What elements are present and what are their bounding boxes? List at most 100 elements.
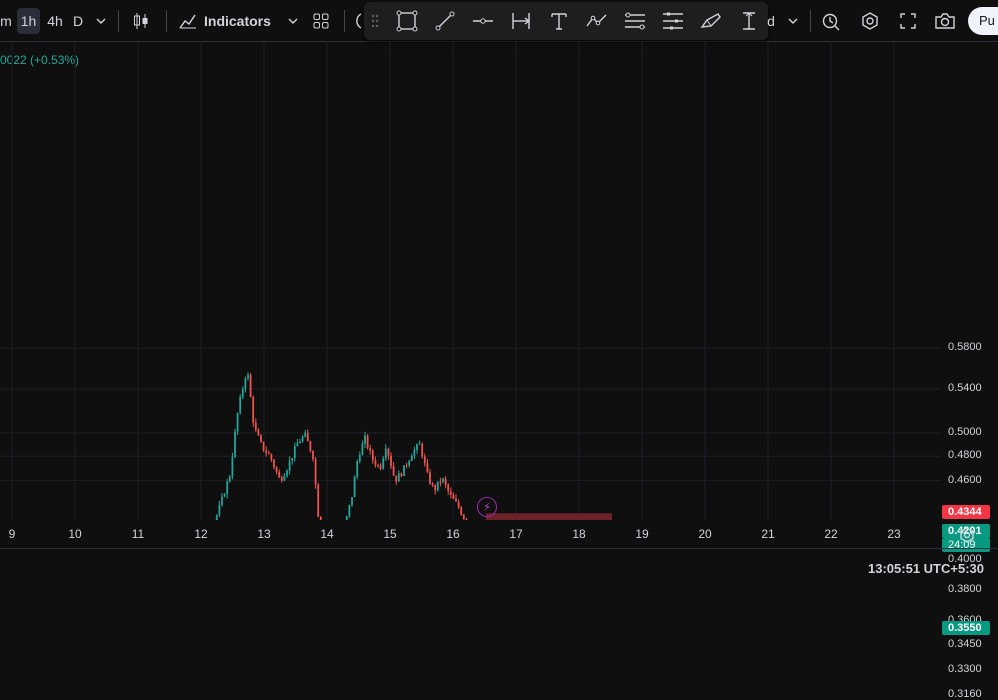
time-axis-label: 13 [257, 527, 271, 541]
indicators-icon [179, 14, 196, 29]
horizontal-line-tool-icon[interactable] [470, 8, 496, 34]
candle-body [366, 435, 369, 448]
price-axis-label: 0.5800 [948, 341, 982, 354]
candle-body [392, 466, 395, 476]
price-axis[interactable]: 0.5800 0.5400 0.5000 0.4800 0.4600 0.4000 0.38… [940, 42, 998, 700]
price-axis-label: 0.5000 [948, 425, 982, 438]
candle-body [304, 432, 307, 437]
status-bar: 13:05:51 UTC+5:30 [0, 548, 998, 589]
candle-body [410, 455, 413, 461]
candle-body [457, 501, 460, 508]
price-axis-label: 0.3160 [948, 687, 982, 700]
time-axis-label: 20 [698, 527, 712, 541]
candle-body [275, 467, 278, 472]
trend-line-tool-icon[interactable] [432, 8, 458, 34]
time-axis-label: 18 [572, 527, 586, 541]
candle-body [379, 465, 382, 469]
timeframe-1h[interactable]: 1h [17, 8, 40, 34]
candle-body [447, 484, 450, 492]
candle-body [291, 458, 294, 461]
settings-hexagon-icon[interactable] [857, 8, 883, 34]
indicators-dropdown-chevron-icon[interactable] [280, 8, 306, 34]
candle-body [356, 461, 359, 477]
candle-body [317, 484, 320, 517]
candle-body [436, 481, 439, 491]
candle-body [234, 431, 236, 457]
candle-body [449, 491, 452, 495]
candle-body [418, 443, 421, 445]
time-axis[interactable]: 9 10 11 12 13 14 15 16 17 18 19 20 21 22 23 [0, 520, 940, 548]
scale-settings-gear-icon[interactable] [958, 526, 976, 547]
text-tool-icon[interactable] [546, 8, 572, 34]
candle-body [314, 459, 317, 485]
candle-body [395, 475, 398, 482]
time-axis-label: 19 [635, 527, 649, 541]
candle-body [299, 441, 301, 444]
candle-body [228, 476, 231, 482]
candle-body [353, 476, 356, 498]
brush-tool-icon[interactable] [698, 8, 724, 34]
fullscreen-icon[interactable] [895, 8, 921, 34]
replay-icon[interactable] [818, 8, 844, 34]
drag-handle-icon[interactable] [364, 8, 386, 34]
candle-body [286, 470, 288, 476]
indicators-label: Indicators [204, 13, 271, 29]
candle-body [358, 455, 361, 462]
timeframe-dropdown-chevron-icon[interactable] [88, 8, 114, 34]
candle-body [265, 450, 268, 453]
candle-body [413, 449, 416, 456]
candle-body [429, 472, 431, 484]
candle-body [267, 452, 270, 455]
candle-body [260, 435, 262, 442]
gann-fan-tool-icon[interactable] [660, 8, 686, 34]
more-dropdown-chevron-icon[interactable] [780, 8, 806, 34]
candle-body [309, 441, 312, 452]
candle-body [444, 478, 447, 485]
price-axis-label: 0.3450 [948, 637, 982, 650]
layouts-grid-icon[interactable] [308, 8, 334, 34]
publish-button[interactable]: Pu [968, 7, 998, 35]
toolbar-divider [810, 10, 811, 32]
candle-body [278, 471, 281, 478]
time-axis-label: 22 [824, 527, 838, 541]
price-chart[interactable] [0, 42, 940, 520]
candle-body [439, 481, 442, 483]
candle-body [460, 507, 463, 515]
rectangle-tool-icon[interactable] [394, 8, 420, 34]
candle-body [423, 456, 426, 464]
fib-retracement-tool-icon[interactable] [622, 8, 648, 34]
stop-loss-price-tag: 0.4344 [942, 505, 990, 520]
candle-body [293, 446, 296, 459]
candle-body [364, 435, 366, 444]
measure-tool-icon[interactable] [736, 8, 762, 34]
candle-body [218, 505, 221, 516]
indicators-button[interactable]: Indicators [178, 8, 271, 34]
timeframe-day[interactable]: D [70, 8, 86, 34]
timeframe-4h[interactable]: 4h [44, 8, 66, 34]
toolbar-truncated-item[interactable]: d [766, 8, 776, 34]
toolbar-divider [344, 10, 345, 32]
price-axis-label: 0.4800 [948, 449, 982, 462]
candle-body [254, 422, 257, 430]
timeframe-minutes[interactable]: m [0, 8, 12, 34]
candle-body [262, 441, 265, 451]
candles-chart-type-icon[interactable] [128, 8, 154, 34]
candle-body [403, 465, 405, 477]
short-position-tool[interactable] [486, 513, 612, 520]
stop-loss-zone [486, 513, 612, 520]
top-toolbar: m 1h 4h D Indicators d Pu [0, 0, 998, 42]
date-range-tool-icon[interactable] [508, 8, 534, 34]
toolbar-divider [166, 10, 167, 32]
candle-body [462, 514, 465, 520]
candle-body [397, 473, 400, 482]
price-axis-label: 0.4600 [948, 473, 982, 486]
candle-body [301, 436, 304, 442]
candle-body [252, 397, 255, 423]
time-axis-label: 23 [887, 527, 901, 541]
flash-lightning-icon[interactable]: ⚡ [477, 497, 497, 517]
alert-clock-icon[interactable] [350, 8, 364, 34]
candle-body [455, 498, 457, 502]
snapshot-camera-icon[interactable] [932, 8, 958, 34]
candle-body [434, 485, 437, 491]
path-tool-icon[interactable] [584, 8, 610, 34]
